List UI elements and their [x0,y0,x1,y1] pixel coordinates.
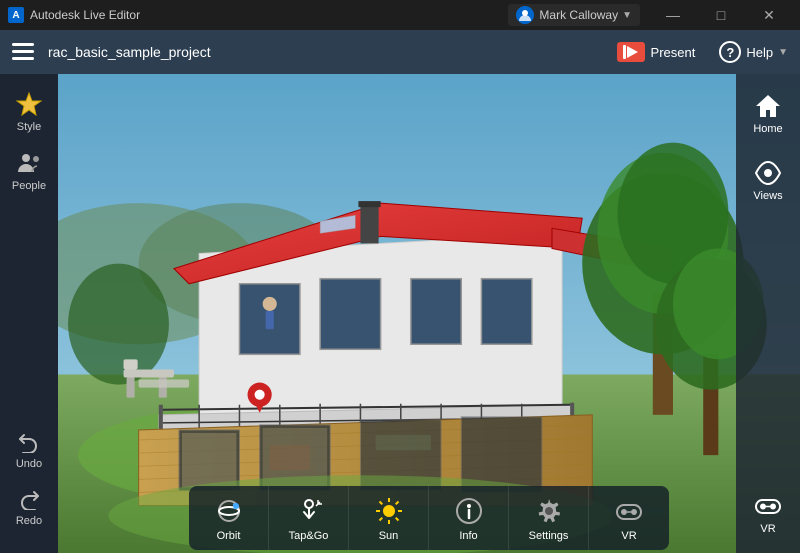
window-controls: — □ ✕ [650,0,792,30]
maximize-button[interactable]: □ [698,0,744,30]
info-button[interactable]: Info [429,486,509,550]
vr-right-button[interactable]: VR [740,484,796,543]
undo-label: Undo [16,458,42,470]
left-sidebar: Style People Undo [0,74,58,553]
info-label: Info [459,530,477,542]
main-area: Style People Undo [0,74,800,553]
style-button[interactable]: Style [4,84,54,139]
orbit-button[interactable]: Orbit [189,486,269,550]
sun-icon [373,495,405,527]
3d-viewport[interactable]: Orbit Tap&Go [58,74,800,553]
people-icon [15,149,43,177]
sun-button[interactable]: Sun [349,486,429,550]
views-button[interactable]: Views [740,151,796,210]
people-button[interactable]: People [4,143,54,198]
close-button[interactable]: ✕ [746,0,792,30]
undo-icon [15,427,43,455]
home-icon [754,92,782,120]
settings-icon [533,495,565,527]
help-dropdown-arrow: ▼ [778,47,788,58]
present-label: Present [651,45,696,60]
vr-toolbar-button[interactable]: VR [589,486,669,550]
settings-label: Settings [529,530,569,542]
vr-toolbar-label: VR [621,530,636,542]
home-button[interactable]: Home [740,84,796,143]
tapgo-label: Tap&Go [289,530,329,542]
vr-right-label: VR [760,523,775,535]
hamburger-menu[interactable] [12,43,34,61]
orbit-icon [213,495,245,527]
app-icon: A [8,7,24,23]
user-avatar-icon [516,6,534,24]
redo-button[interactable]: Redo [4,478,54,533]
right-sidebar: Home Views VR [736,74,800,553]
redo-icon [15,484,43,512]
tapgo-button[interactable]: Tap&Go [269,486,349,550]
style-icon [15,90,43,118]
help-icon: ? [719,41,741,63]
user-info[interactable]: Mark Calloway ▼ [508,4,640,26]
project-title: rac_basic_sample_project [48,44,593,60]
scene-svg [58,74,800,553]
home-label: Home [753,123,782,135]
titlebar: A Autodesk Live Editor Mark Calloway ▼ —… [0,0,800,30]
help-label: Help [746,45,773,60]
undo-button[interactable]: Undo [4,421,54,476]
info-icon [453,495,485,527]
user-name: Mark Calloway [539,8,618,22]
views-icon [754,159,782,187]
tapgo-icon [293,495,325,527]
style-label: Style [17,121,41,133]
help-button[interactable]: ? Help ▼ [719,41,788,63]
people-label: People [12,180,46,192]
redo-label: Redo [16,515,42,527]
orbit-label: Orbit [217,530,241,542]
vr-right-icon [754,492,782,520]
bottom-toolbar: Orbit Tap&Go [58,483,800,553]
vr-icon [613,495,645,527]
present-icon [617,42,645,62]
minimize-button[interactable]: — [650,0,696,30]
sun-label: Sun [379,530,399,542]
topbar: rac_basic_sample_project Present ? Help … [0,30,800,74]
views-label: Views [753,190,782,202]
present-button[interactable]: Present [607,38,706,66]
user-dropdown-arrow: ▼ [622,10,632,21]
app-title: Autodesk Live Editor [30,8,508,22]
settings-button[interactable]: Settings [509,486,589,550]
